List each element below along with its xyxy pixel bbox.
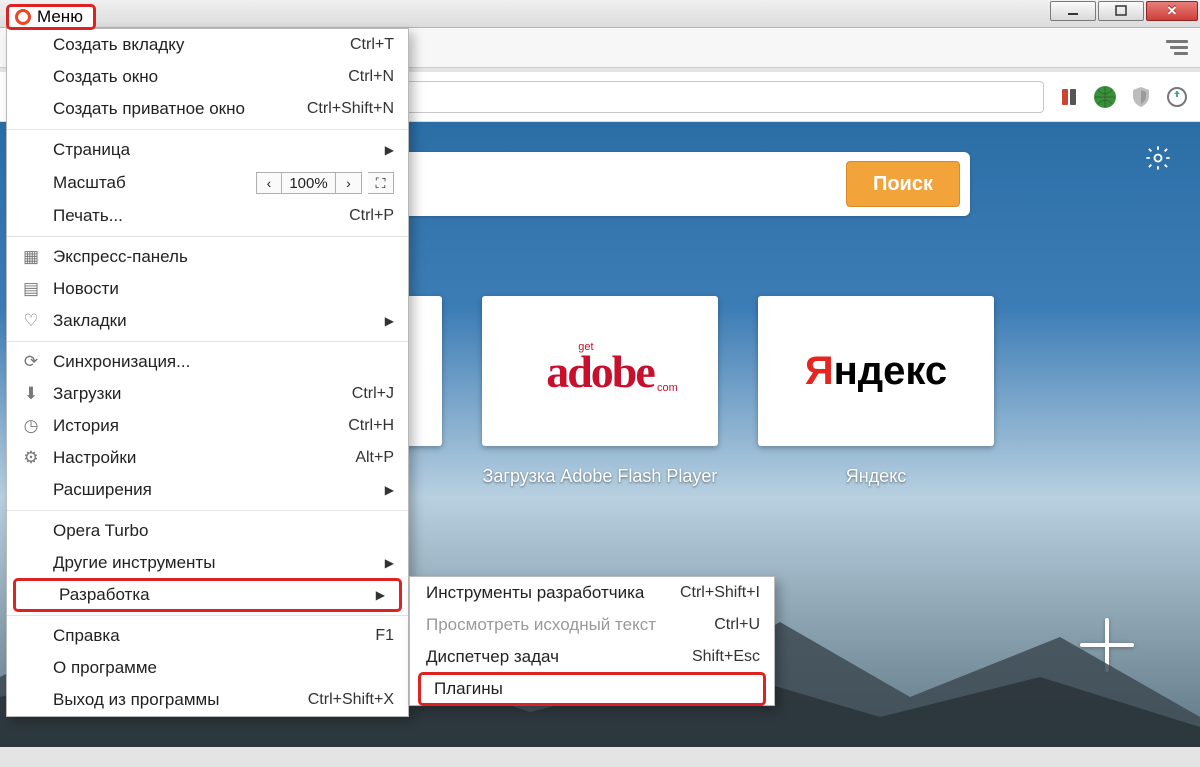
- zoom-in-button[interactable]: ›: [336, 172, 362, 194]
- extension-icon-globe[interactable]: [1094, 86, 1116, 108]
- developer-submenu: Инструменты разработчикаCtrl+Shift+I Про…: [409, 576, 775, 706]
- tile-label: Яндекс: [846, 466, 907, 487]
- menu-new-window[interactable]: Создать окноCtrl+N: [7, 61, 408, 93]
- zoom-value: 100%: [282, 172, 336, 194]
- speed-dial-tile-adobe[interactable]: getadobecom Загрузка Adobe Flash Player: [482, 296, 718, 487]
- menu-history[interactable]: ◷ИсторияCtrl+H: [7, 410, 408, 442]
- menu-about[interactable]: О программе: [7, 652, 408, 684]
- add-tile-icon[interactable]: [1072, 610, 1142, 685]
- submenu-plugins[interactable]: Плагины: [418, 672, 766, 706]
- menu-opera-turbo[interactable]: Opera Turbo: [7, 515, 408, 547]
- menu-settings[interactable]: ⚙НастройкиAlt+P: [7, 442, 408, 474]
- main-menu-button[interactable]: Меню: [6, 4, 96, 30]
- menu-news[interactable]: ▤Новости: [7, 273, 408, 305]
- minimize-button[interactable]: [1050, 1, 1096, 21]
- gear-icon: ⚙: [21, 448, 41, 468]
- fullscreen-button[interactable]: ⛶: [368, 172, 394, 194]
- opera-icon: [15, 9, 31, 25]
- menu-new-tab[interactable]: Создать вкладкуCtrl+T: [7, 29, 408, 61]
- heart-icon: ♡: [21, 311, 41, 331]
- menu-exit[interactable]: Выход из программыCtrl+Shift+X: [7, 684, 408, 716]
- menu-page[interactable]: Страница▶: [7, 134, 408, 166]
- adobe-logo: getadobecom: [546, 345, 654, 398]
- zoom-out-button[interactable]: ‹: [256, 172, 282, 194]
- speed-dial-search-button[interactable]: Поиск: [846, 161, 960, 207]
- menu-developer[interactable]: Разработка▶: [13, 578, 402, 612]
- menu-zoom[interactable]: Масштаб ‹ 100% › ⛶: [7, 166, 408, 200]
- menu-more-tools[interactable]: Другие инструменты▶: [7, 547, 408, 579]
- sync-icon: ⟳: [21, 352, 41, 372]
- history-icon: ◷: [21, 416, 41, 436]
- submenu-task-manager[interactable]: Диспетчер задачShift+Esc: [410, 641, 774, 673]
- yandex-logo: Яндекс: [805, 349, 947, 394]
- menu-bookmarks[interactable]: ♡Закладки▶: [7, 305, 408, 337]
- speed-dial-settings-icon[interactable]: [1144, 144, 1172, 177]
- close-button[interactable]: ✕: [1146, 1, 1198, 21]
- extension-icon-1[interactable]: [1058, 86, 1080, 108]
- footer-strip: [0, 747, 1200, 767]
- tile-label: Загрузка Adobe Flash Player: [483, 466, 718, 487]
- menu-button-label: Меню: [37, 7, 83, 27]
- menu-help[interactable]: СправкаF1: [7, 620, 408, 652]
- speed-dial-tile-yandex[interactable]: Яндекс Яндекс: [758, 296, 994, 487]
- menu-extensions[interactable]: Расширения▶: [7, 474, 408, 506]
- menu-print[interactable]: Печать...Ctrl+P: [7, 200, 408, 232]
- grid-icon: ▦: [21, 247, 41, 267]
- menu-new-private[interactable]: Создать приватное окноCtrl+Shift+N: [7, 93, 408, 125]
- tab-overflow-icon[interactable]: [1166, 40, 1188, 55]
- submenu-devtools[interactable]: Инструменты разработчикаCtrl+Shift+I: [410, 577, 774, 609]
- menu-sync[interactable]: ⟳Синхронизация...: [7, 346, 408, 378]
- submenu-view-source: Просмотреть исходный текстCtrl+U: [410, 609, 774, 641]
- menu-downloads[interactable]: ⬇ЗагрузкиCtrl+J: [7, 378, 408, 410]
- extension-icon-refresh[interactable]: [1166, 86, 1188, 108]
- main-menu-dropdown: Создать вкладкуCtrl+T Создать окноCtrl+N…: [6, 28, 409, 717]
- menu-speed-dial[interactable]: ▦Экспресс-панель: [7, 241, 408, 273]
- maximize-button[interactable]: [1098, 1, 1144, 21]
- window-titlebar: ✕: [0, 0, 1200, 28]
- download-icon: ⬇: [21, 384, 41, 404]
- extension-icon-shield[interactable]: [1130, 86, 1152, 108]
- news-icon: ▤: [21, 279, 41, 299]
